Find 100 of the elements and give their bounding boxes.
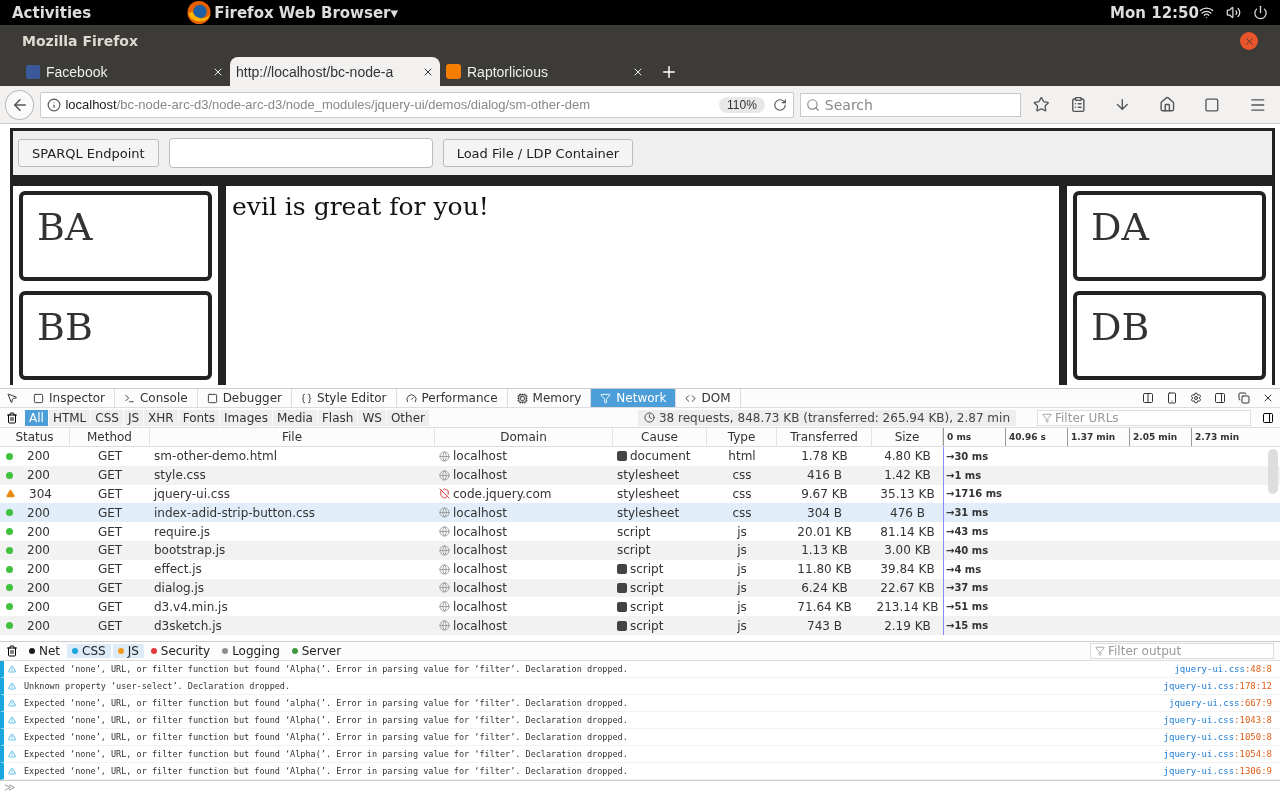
- source-link[interactable]: jquery-ui.css:178:12: [1163, 681, 1280, 691]
- file-cell-text: index-adid-strip-button.css: [153, 505, 317, 520]
- app-menu[interactable]: Firefox Web Browser▾: [214, 3, 398, 22]
- console-filter[interactable]: CSS: [67, 644, 111, 658]
- address-bar[interactable]: localhost/bc-node-arc-d3/node-arc-d3/node_modules/jquery-ui/demos/dialog/sm-other-dem 110%: [40, 91, 794, 118]
- dock-icon[interactable]: [1214, 392, 1226, 404]
- console-message: Expected ‘none’, URL, or filter function but found ‘Alpha(’. Error in parsing value for ‘filter’. Declaration dropped.: [23, 732, 629, 742]
- cause-cell: script: [617, 543, 651, 558]
- status-code: 200: [27, 468, 50, 483]
- load-file-button[interactable]: Load File / LDP Container: [442, 139, 634, 167]
- source-link[interactable]: jquery-ui.css:1043:8: [1163, 715, 1280, 725]
- source-link[interactable]: jquery-ui.css:48:8: [1174, 664, 1280, 674]
- status-code: 200: [27, 505, 50, 520]
- column-header[interactable]: Domain: [435, 428, 613, 446]
- filter-button[interactable]: Other: [386, 409, 429, 426]
- browser-tab[interactable]: Facebook: [20, 57, 230, 86]
- devtools-tab[interactable]: DOM: [676, 389, 741, 407]
- panel-card: DB: [1073, 290, 1266, 380]
- warning-icon: [8, 699, 16, 707]
- filter-button[interactable]: CSS: [91, 409, 123, 426]
- info-icon[interactable]: [47, 97, 62, 112]
- filter-button[interactable]: Flash: [317, 409, 358, 426]
- close-icon[interactable]: [1262, 392, 1274, 404]
- size-cell-text: 476 B: [889, 505, 926, 520]
- console-message: Expected ‘none’, URL, or filter function but found ‘Alpha(’. Error in parsing value for ‘filter’. Declaration dropped.: [23, 749, 629, 759]
- source-link[interactable]: jquery-ui.css:667:9: [1169, 698, 1280, 708]
- settings-icon[interactable]: [1190, 392, 1202, 404]
- column-header[interactable]: Method: [70, 428, 150, 446]
- reload-icon[interactable]: [772, 97, 787, 112]
- close-window-button[interactable]: [1240, 32, 1258, 50]
- column-header[interactable]: Transferred: [777, 428, 872, 446]
- filter-button[interactable]: JS: [123, 409, 144, 426]
- warning-icon: [8, 665, 16, 673]
- back-button[interactable]: [5, 89, 35, 120]
- sparql-endpoint-button[interactable]: SPARQL Endpoint: [18, 139, 159, 167]
- file-cell-text: jquery-ui.css: [152, 487, 231, 501]
- column-header[interactable]: Size: [872, 428, 943, 446]
- volume-icon[interactable]: [1226, 5, 1241, 20]
- pick-element-icon[interactable]: [6, 392, 18, 404]
- status-code: 200: [27, 449, 50, 464]
- clear-console-icon[interactable]: [6, 645, 18, 657]
- size-cell-text: 39.84 KB: [879, 562, 936, 577]
- source-link[interactable]: jquery-ui.css:1054:8: [1163, 749, 1280, 759]
- filter-button[interactable]: Images: [220, 409, 272, 426]
- column-header[interactable]: Cause: [613, 428, 707, 446]
- filter-button[interactable]: XHR: [144, 409, 178, 426]
- filter-button[interactable]: HTML: [48, 409, 91, 426]
- method-cell-text: GET: [96, 562, 124, 577]
- close-icon: [1243, 35, 1255, 47]
- browser-tab[interactable]: Raptorlicious: [440, 57, 650, 86]
- new-tab-icon[interactable]: [660, 63, 678, 81]
- filter-button[interactable]: Media: [272, 409, 317, 426]
- filter-button[interactable]: Fonts: [178, 409, 220, 426]
- panel-card: BA: [19, 191, 212, 281]
- activities-button[interactable]: Activities: [12, 3, 92, 22]
- size-cell-text: 81.14 KB: [879, 524, 936, 539]
- type-cell-text: css: [731, 468, 753, 483]
- clear-icon[interactable]: [6, 411, 18, 424]
- column-header[interactable]: Status: [0, 428, 70, 446]
- undock-icon[interactable]: [1238, 392, 1250, 404]
- endpoint-input-field[interactable]: [168, 138, 433, 168]
- devtools-tab[interactable]: Style Editor: [292, 389, 397, 407]
- wifi-icon[interactable]: [1199, 5, 1214, 20]
- browser-tab[interactable]: http://localhost/bc-node-a: [230, 57, 440, 86]
- console-filter[interactable]: Logging: [217, 644, 285, 658]
- transferred-cell-text: 9.67 KB: [800, 487, 849, 501]
- responsive-icon[interactable]: [1166, 392, 1178, 404]
- zoom-level[interactable]: 110%: [719, 96, 765, 113]
- transferred-cell-text: 416 B: [806, 468, 843, 483]
- column-header[interactable]: Type: [707, 428, 777, 446]
- reading-list-icon[interactable]: [1069, 96, 1087, 113]
- console-filter[interactable]: Net: [24, 644, 66, 658]
- home-icon[interactable]: [1159, 96, 1176, 113]
- file-cell-text: dialog.js: [153, 580, 205, 595]
- column-header[interactable]: File: [150, 428, 435, 446]
- console-filter[interactable]: Security: [145, 644, 216, 658]
- source-link[interactable]: jquery-ui.css:1306:9: [1163, 766, 1280, 776]
- devtools-tab[interactable]: Debugger: [197, 389, 293, 407]
- console-filter[interactable]: Server: [286, 644, 347, 658]
- devtools-tab[interactable]: Performance: [396, 389, 508, 407]
- power-icon[interactable]: [1253, 5, 1268, 20]
- bookmark-star-icon[interactable]: [1033, 96, 1050, 113]
- transferred-cell-text: 6.24 KB: [800, 580, 849, 595]
- timing-label: →40 ms: [946, 544, 989, 556]
- request-row[interactable]: 200 GET index-adid-strip-button.css localhost stylesheet css 304 B 476 B →31 ms: [0, 503, 1280, 523]
- devtools-tab[interactable]: Console: [115, 389, 198, 407]
- devtools-tab[interactable]: Inspector: [24, 389, 115, 407]
- cause-cell: stylesheet: [617, 468, 680, 483]
- scrollbar-thumb[interactable]: [1268, 449, 1278, 494]
- layout-icon[interactable]: [1142, 392, 1154, 404]
- domain-cell: localhost: [453, 599, 507, 614]
- source-link[interactable]: jquery-ui.css:1050:8: [1163, 732, 1280, 742]
- sidebar-toggle-icon[interactable]: [1262, 411, 1274, 424]
- facebook-icon: [26, 64, 40, 79]
- warning-icon: [8, 716, 16, 724]
- request-summary: 38 requests, 848.73 KB (transferred: 265.94 KB), 2.87 min: [637, 409, 1016, 426]
- filter-button[interactable]: WS: [358, 409, 386, 426]
- search-field[interactable]: Search: [799, 92, 1022, 117]
- console-filter[interactable]: JS: [112, 644, 144, 658]
- request-row[interactable]: 200 GET d3sketch.js localhost script js 743 B 2.19 KB →15 ms: [0, 616, 1280, 635]
